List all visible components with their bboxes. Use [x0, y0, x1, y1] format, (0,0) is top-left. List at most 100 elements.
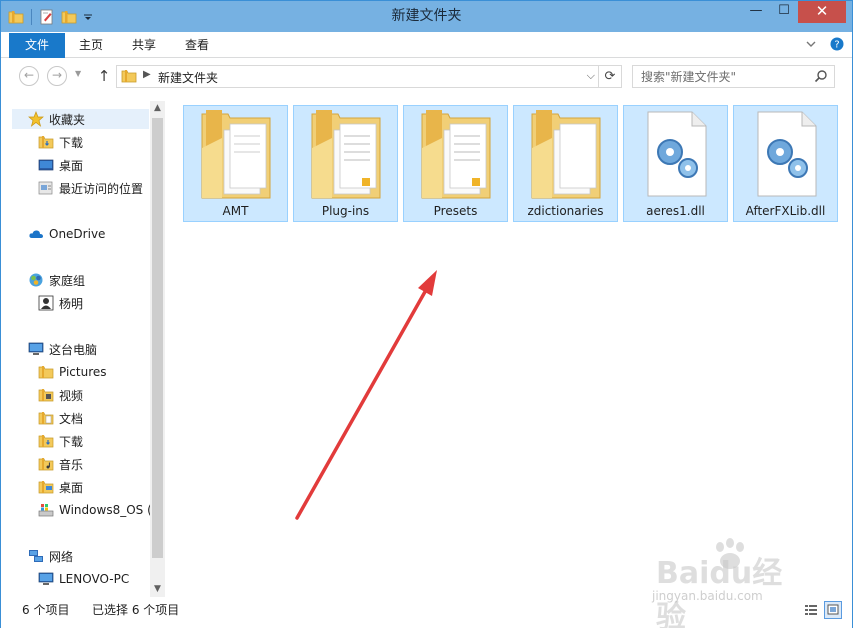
maximize-button[interactable]: ☐	[770, 1, 798, 23]
folder-icon	[38, 134, 54, 150]
selected-count: 已选择 6 个项目	[92, 603, 180, 617]
sidebar-item-music[interactable]: 音乐	[38, 454, 83, 474]
video-folder-icon	[38, 387, 54, 403]
search-input[interactable]	[633, 66, 808, 87]
tab-file[interactable]: 文件	[9, 33, 65, 58]
window-title: 新建文件夹	[391, 8, 462, 24]
tab-home[interactable]: 主页	[79, 33, 103, 58]
scroll-down-icon[interactable]: ▼	[150, 582, 165, 597]
sidebar-item-label: LENOVO-PC	[59, 572, 130, 586]
file-name: aeres1.dll	[646, 204, 705, 218]
address-toolbar: ← → ▼ ↑ ▶ 新建文件夹 ⌵ ⟳	[1, 59, 852, 95]
user-icon	[38, 295, 54, 311]
sidebar-item-label: 家庭组	[49, 273, 86, 288]
sidebar-item-label: 杨明	[59, 296, 84, 311]
sidebar-item-label: 这台电脑	[49, 342, 98, 357]
scroll-up-icon[interactable]: ▲	[150, 101, 165, 116]
sidebar-item-desktop[interactable]: 桌面	[38, 155, 83, 175]
sidebar-item-pictures[interactable]: Pictures	[38, 362, 107, 382]
homegroup-icon	[28, 272, 44, 288]
file-name: Presets	[433, 204, 478, 218]
download-folder-icon	[38, 433, 54, 449]
sidebar-item-label: 最近访问的位置	[59, 181, 144, 196]
dll-file-icon	[634, 108, 718, 200]
sidebar-item-this-pc[interactable]: 这台电脑	[28, 339, 97, 359]
forward-arrow-icon: →	[51, 68, 63, 82]
recent-locations-chevron-icon[interactable]: ▼	[75, 69, 81, 78]
back-button[interactable]: ←	[19, 66, 39, 86]
sidebar-item-network[interactable]: 网络	[28, 546, 73, 566]
help-icon[interactable]: ?	[830, 37, 844, 51]
folder-icon	[524, 108, 608, 200]
sidebar-item-label: 视频	[59, 388, 84, 403]
sidebar-item-onedrive[interactable]: OneDrive	[28, 224, 105, 244]
up-button[interactable]: ↑	[96, 66, 112, 86]
scrollbar-thumb[interactable]	[152, 118, 163, 558]
sidebar-item-label: OneDrive	[49, 227, 106, 241]
ribbon-right-controls: ?	[804, 37, 844, 51]
sidebar-item-label: Pictures	[59, 365, 107, 379]
file-item[interactable]: AfterFXLib.dll	[733, 105, 838, 222]
file-item[interactable]: aeres1.dll	[623, 105, 728, 222]
file-item[interactable]: AMT	[183, 105, 288, 222]
computer-icon	[38, 571, 54, 587]
sidebar-item-desktop-pc[interactable]: 桌面	[38, 477, 83, 497]
address-dropdown-icon[interactable]: ⌵	[587, 69, 595, 83]
tab-share[interactable]: 共享	[132, 33, 156, 58]
minimize-button[interactable]: —	[742, 1, 770, 23]
folder-icon	[414, 108, 498, 200]
folder-icon	[38, 364, 54, 380]
folder-icon	[304, 108, 388, 200]
sidebar-item-windows-drive[interactable]: Windows8_OS (	[38, 500, 152, 520]
explorer-window: 新建文件夹 — ☐ ✕ 文件 主页 共享 查看 ? ← → ▼ ↑ ▶ 新建文件…	[0, 0, 853, 628]
details-view-icon[interactable]	[802, 601, 820, 619]
nav-pane-scrollbar[interactable]: ▲ ▼	[150, 101, 165, 597]
file-item[interactable]: Presets	[403, 105, 508, 222]
file-name: AfterFXLib.dll	[745, 204, 826, 218]
sidebar-item-recent-places[interactable]: 最近访问的位置	[38, 178, 143, 198]
sidebar-item-documents[interactable]: 文档	[38, 408, 83, 428]
search-icon[interactable]	[814, 69, 828, 83]
forward-button[interactable]: →	[47, 66, 67, 86]
sidebar-item-label: 桌面	[59, 480, 84, 495]
file-item[interactable]: Plug-ins	[293, 105, 398, 222]
sidebar-item-label: 桌面	[59, 158, 84, 173]
computer-icon	[28, 341, 44, 357]
svg-text:?: ?	[834, 40, 839, 51]
sidebar-item-label: 下载	[59, 135, 84, 150]
ribbon-tabs: 文件 主页 共享 查看 ?	[1, 32, 852, 58]
cloud-icon	[28, 226, 44, 242]
window-controls: — ☐ ✕	[742, 1, 846, 23]
sidebar-item-favorites[interactable]: 收藏夹	[12, 109, 149, 129]
breadcrumb-chevron-icon[interactable]: ▶	[143, 69, 151, 80]
expand-ribbon-chevron-icon[interactable]	[804, 37, 818, 51]
sidebar-item-homegroup[interactable]: 家庭组	[28, 270, 85, 290]
sidebar-item-label: 音乐	[59, 457, 84, 472]
item-count: 6 个项目	[22, 603, 70, 617]
status-bar: 6 个项目 已选择 6 个项目	[1, 598, 852, 628]
sidebar-item-downloads[interactable]: 下载	[38, 132, 83, 152]
close-icon: ✕	[815, 2, 829, 20]
sidebar-item-downloads-pc[interactable]: 下载	[38, 431, 83, 451]
folder-icon	[194, 108, 278, 200]
breadcrumb-current[interactable]: 新建文件夹	[158, 69, 218, 86]
sidebar-item-label: 下载	[59, 434, 84, 449]
file-item[interactable]: zdictionaries	[513, 105, 618, 222]
sidebar-item-videos[interactable]: 视频	[38, 385, 83, 405]
close-button[interactable]: ✕	[798, 1, 846, 23]
view-switcher	[802, 601, 842, 619]
tab-view[interactable]: 查看	[185, 33, 209, 58]
maximize-icon: ☐	[778, 3, 790, 18]
sidebar-item-lenovo-pc[interactable]: LENOVO-PC	[38, 569, 129, 589]
music-folder-icon	[38, 456, 54, 472]
sidebar-item-user[interactable]: 杨明	[38, 293, 83, 313]
documents-folder-icon	[38, 410, 54, 426]
title-bar[interactable]: 新建文件夹 — ☐ ✕	[1, 1, 852, 32]
refresh-button[interactable]: ⟳	[598, 66, 621, 87]
network-icon	[28, 548, 44, 564]
large-icons-view-icon[interactable]	[824, 601, 842, 619]
refresh-icon: ⟳	[604, 69, 616, 84]
file-list[interactable]: AMT Plug-ins Presets zdictionaries aeres…	[171, 101, 852, 597]
file-name: zdictionaries	[527, 204, 604, 218]
address-bar[interactable]: ▶ 新建文件夹 ⌵ ⟳	[116, 65, 622, 88]
